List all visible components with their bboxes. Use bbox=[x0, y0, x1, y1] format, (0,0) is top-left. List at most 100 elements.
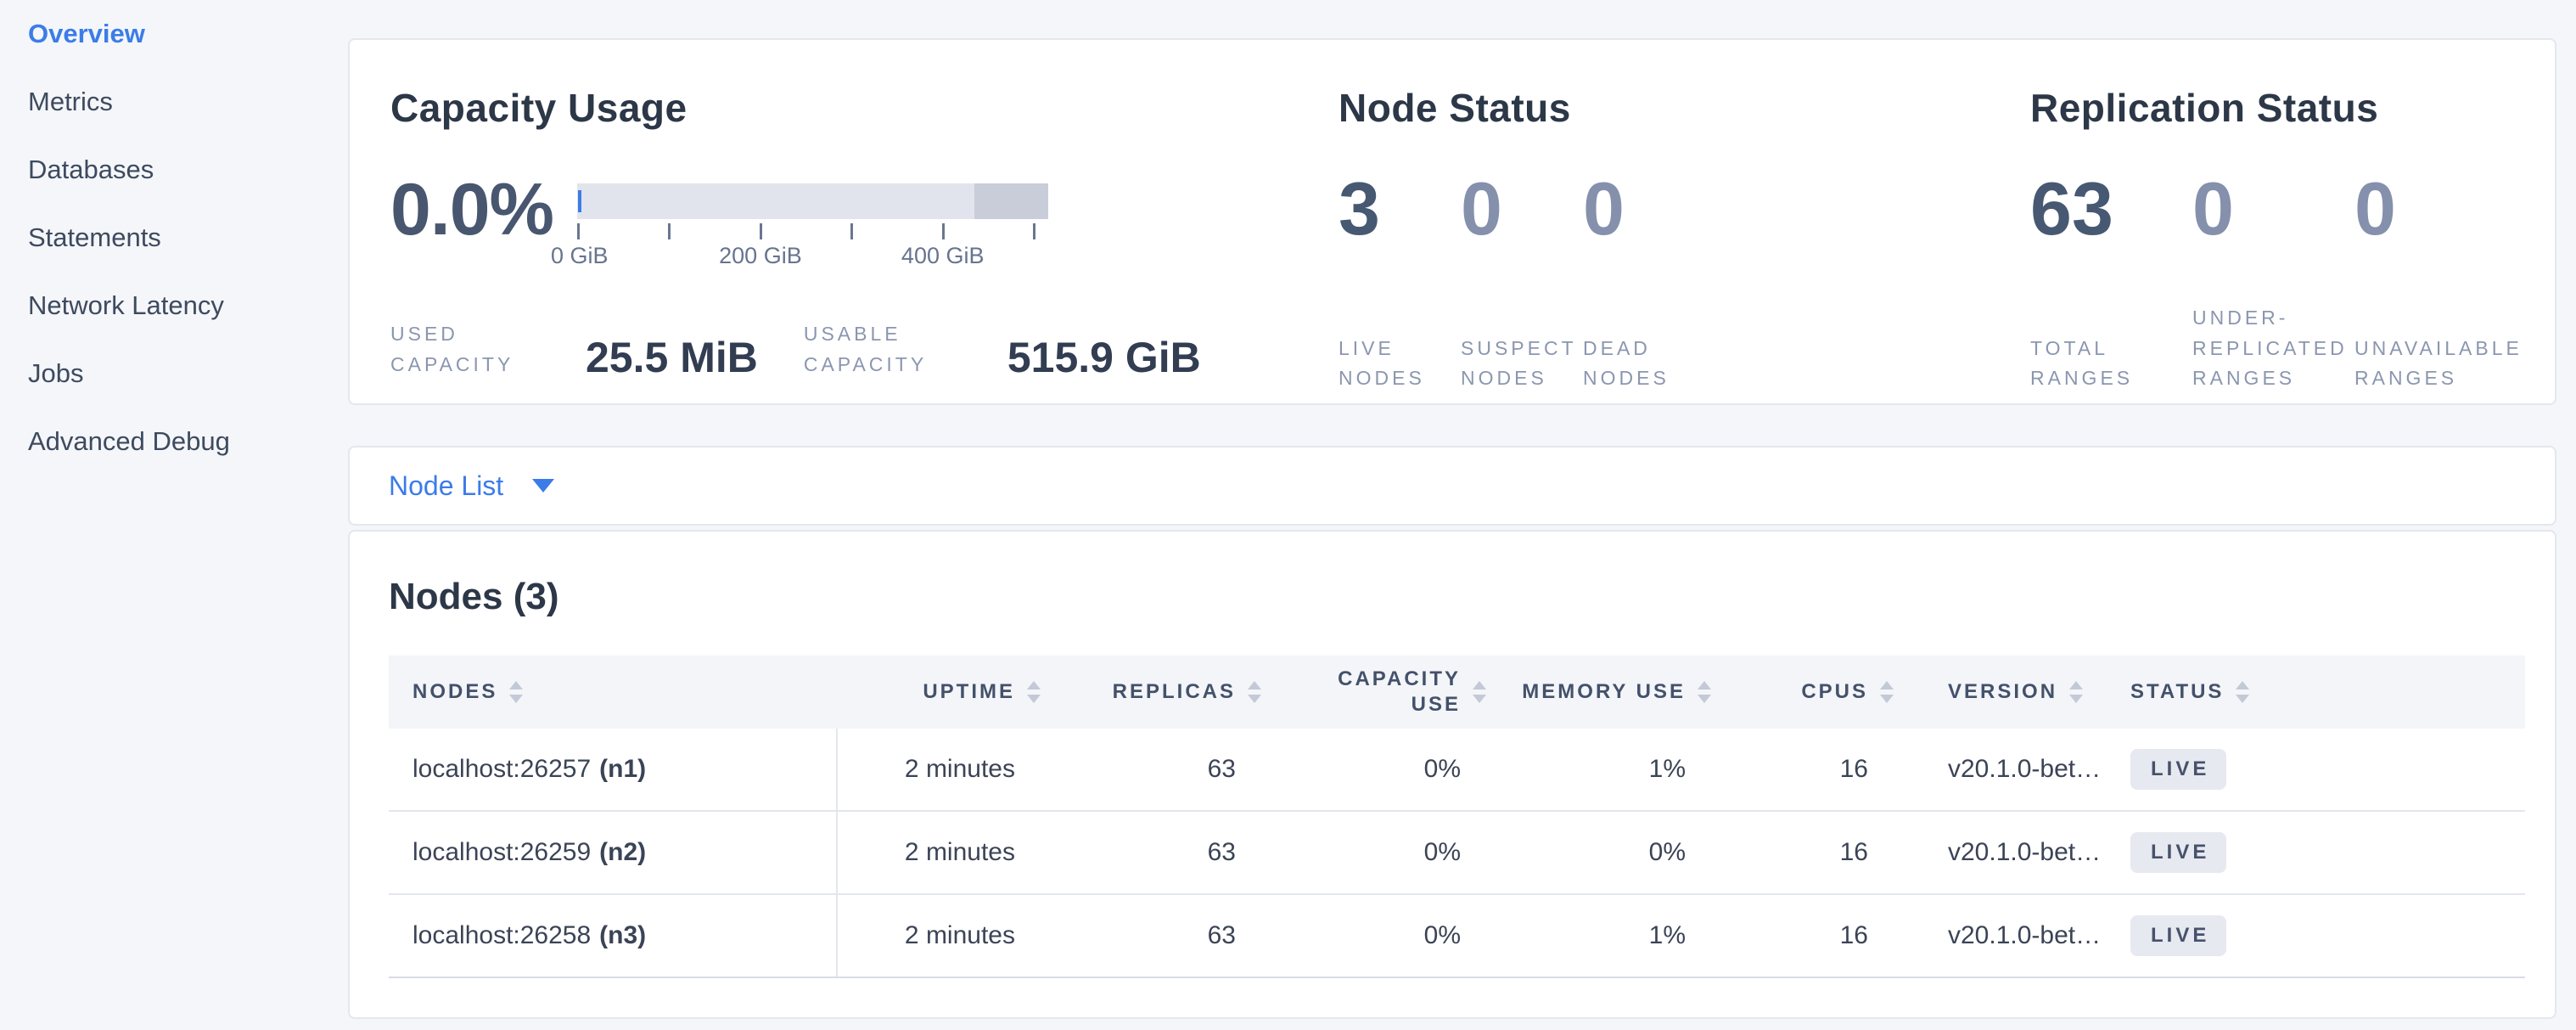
version-cell: v20.1.0-bet… bbox=[1905, 729, 2113, 810]
sidebar: Overview Metrics Databases Statements Ne… bbox=[0, 0, 348, 1030]
column-header-nodes[interactable]: NODES bbox=[389, 656, 836, 729]
cpus-cell: 16 bbox=[1723, 895, 1905, 977]
total-ranges-label: TOTAL RANGES bbox=[2030, 334, 2183, 394]
live-nodes-stat: 3 LIVE NODES bbox=[1339, 172, 1461, 394]
suspect-nodes-count: 0 bbox=[1461, 172, 1583, 246]
cluster-summary-card: Capacity Usage 0.0% bbox=[348, 38, 2556, 405]
suspect-nodes-stat: 0 SUSPECT NODES bbox=[1461, 172, 1583, 394]
capacity-gauge: 0 GiB 200 GiB 400 GiB bbox=[577, 183, 1048, 272]
used-capacity-label: USED CAPACITY bbox=[390, 319, 560, 380]
unavailable-ranges-label: UNAVAILABLE RANGES bbox=[2354, 334, 2507, 394]
node-list-dropdown-label: Node List bbox=[389, 470, 503, 502]
capacity-use-cell: 0% bbox=[1273, 729, 1498, 810]
uptime-cell: 2 minutes bbox=[836, 812, 1052, 893]
dead-nodes-label: DEAD NODES bbox=[1583, 334, 1689, 394]
node-address-link[interactable]: localhost:26258 bbox=[412, 921, 591, 950]
replicas-cell: 63 bbox=[1052, 812, 1273, 893]
node-id: (n3) bbox=[599, 921, 646, 950]
usable-capacity-label: USABLE CAPACITY bbox=[804, 319, 982, 380]
sort-icon bbox=[2069, 681, 2083, 703]
under-replicated-ranges-label: UNDER-REPLICATED RANGES bbox=[2192, 303, 2345, 394]
capacity-usage-title: Capacity Usage bbox=[390, 85, 1298, 131]
sidebar-item-databases[interactable]: Databases bbox=[0, 136, 348, 204]
table-row-node-1: localhost:26257 (n1) 2 minutes 63 0% 1% … bbox=[389, 729, 2525, 812]
nodes-table-header: NODES UPTIME REPLICAS CAPACITY USE MEMOR… bbox=[389, 656, 2525, 729]
node-id: (n1) bbox=[599, 755, 646, 784]
sidebar-item-metrics[interactable]: Metrics bbox=[0, 68, 348, 136]
dead-nodes-count: 0 bbox=[1583, 172, 1705, 246]
total-ranges-count: 63 bbox=[2030, 172, 2192, 246]
node-address-link[interactable]: localhost:26259 bbox=[412, 838, 591, 867]
axis-label-0gib: 0 GiB bbox=[551, 243, 609, 269]
usable-capacity-stat: USABLE CAPACITY 515.9 GiB bbox=[804, 319, 1201, 380]
under-replicated-ranges-stat: 0 UNDER-REPLICATED RANGES bbox=[2192, 172, 2354, 394]
capacity-use-cell: 0% bbox=[1273, 812, 1498, 893]
status-badge: LIVE bbox=[2130, 832, 2226, 873]
axis-label-400gib: 400 GiB bbox=[901, 243, 985, 269]
replicas-cell: 63 bbox=[1052, 895, 1273, 977]
capacity-gauge-axis bbox=[577, 219, 1048, 239]
live-nodes-count: 3 bbox=[1339, 172, 1461, 246]
uptime-cell: 2 minutes bbox=[836, 729, 1052, 810]
column-header-uptime[interactable]: UPTIME bbox=[836, 656, 1052, 729]
capacity-gauge-used-marker bbox=[578, 190, 581, 212]
replicas-cell: 63 bbox=[1052, 729, 1273, 810]
sort-icon bbox=[1248, 681, 1261, 703]
uptime-cell: 2 minutes bbox=[836, 895, 1052, 977]
sidebar-item-overview[interactable]: Overview bbox=[0, 0, 348, 68]
sort-icon bbox=[1473, 681, 1486, 703]
sort-icon bbox=[509, 681, 523, 703]
sidebar-item-advanced-debug[interactable]: Advanced Debug bbox=[0, 408, 348, 476]
node-list-dropdown[interactable]: Node List bbox=[389, 470, 554, 502]
cpus-cell: 16 bbox=[1723, 729, 1905, 810]
capacity-gauge-bar bbox=[577, 183, 1048, 219]
unavailable-ranges-stat: 0 UNAVAILABLE RANGES bbox=[2354, 172, 2517, 394]
capacity-gauge-other-segment bbox=[974, 183, 1048, 219]
capacity-use-cell: 0% bbox=[1273, 895, 1498, 977]
node-address-link[interactable]: localhost:26257 bbox=[412, 755, 591, 784]
replication-status-section: Replication Status 63 TOTAL RANGES 0 UND… bbox=[1990, 40, 2553, 403]
node-status-section: Node Status 3 LIVE NODES 0 SUSPECT NODES… bbox=[1298, 40, 1990, 403]
column-header-version[interactable]: VERSION bbox=[1905, 656, 2113, 729]
memory-use-cell: 1% bbox=[1498, 729, 1723, 810]
column-header-status[interactable]: STATUS bbox=[2113, 656, 2525, 729]
axis-label-200gib: 200 GiB bbox=[719, 243, 802, 269]
column-header-memory-use[interactable]: MEMORY USE bbox=[1498, 656, 1723, 729]
sort-icon bbox=[2236, 681, 2249, 703]
capacity-used-percent: 0.0% bbox=[390, 173, 553, 272]
live-nodes-label: LIVE NODES bbox=[1339, 334, 1445, 394]
usable-capacity-value: 515.9 GiB bbox=[1007, 335, 1201, 380]
table-row-node-3: localhost:26258 (n3) 2 minutes 63 0% 1% … bbox=[389, 895, 2525, 978]
sidebar-item-network-latency[interactable]: Network Latency bbox=[0, 272, 348, 340]
sidebar-item-statements[interactable]: Statements bbox=[0, 204, 348, 272]
capacity-usage-section: Capacity Usage 0.0% bbox=[350, 40, 1298, 403]
cluster-overview-page: Overview Metrics Databases Statements Ne… bbox=[0, 0, 2576, 1030]
column-header-capacity-use[interactable]: CAPACITY USE bbox=[1273, 656, 1498, 729]
dead-nodes-stat: 0 DEAD NODES bbox=[1583, 172, 1705, 394]
replication-status-title: Replication Status bbox=[2030, 85, 2553, 131]
used-capacity-stat: USED CAPACITY 25.5 MiB bbox=[390, 319, 758, 380]
status-badge: LIVE bbox=[2130, 915, 2226, 956]
total-ranges-stat: 63 TOTAL RANGES bbox=[2030, 172, 2192, 394]
status-badge: LIVE bbox=[2130, 749, 2226, 790]
node-id: (n2) bbox=[599, 838, 646, 867]
memory-use-cell: 1% bbox=[1498, 895, 1723, 977]
under-replicated-ranges-count: 0 bbox=[2192, 172, 2354, 246]
nodes-table-title: Nodes (3) bbox=[389, 576, 2555, 618]
sort-icon bbox=[1698, 681, 1711, 703]
suspect-nodes-label: SUSPECT NODES bbox=[1461, 334, 1567, 394]
memory-use-cell: 0% bbox=[1498, 812, 1723, 893]
nodes-table-card: Nodes (3) NODES UPTIME REPLICAS CAPACITY… bbox=[348, 530, 2556, 1019]
sidebar-item-jobs[interactable]: Jobs bbox=[0, 340, 348, 408]
version-cell: v20.1.0-bet… bbox=[1905, 895, 2113, 977]
sort-icon bbox=[1027, 681, 1041, 703]
used-capacity-value: 25.5 MiB bbox=[586, 335, 758, 380]
table-row-node-2: localhost:26259 (n2) 2 minutes 63 0% 0% … bbox=[389, 812, 2525, 895]
cpus-cell: 16 bbox=[1723, 812, 1905, 893]
version-cell: v20.1.0-bet… bbox=[1905, 812, 2113, 893]
chevron-down-icon bbox=[532, 479, 554, 492]
view-selector-card: Node List bbox=[348, 446, 2556, 526]
column-header-cpus[interactable]: CPUS bbox=[1723, 656, 1905, 729]
column-header-replicas[interactable]: REPLICAS bbox=[1052, 656, 1273, 729]
unavailable-ranges-count: 0 bbox=[2354, 172, 2517, 246]
